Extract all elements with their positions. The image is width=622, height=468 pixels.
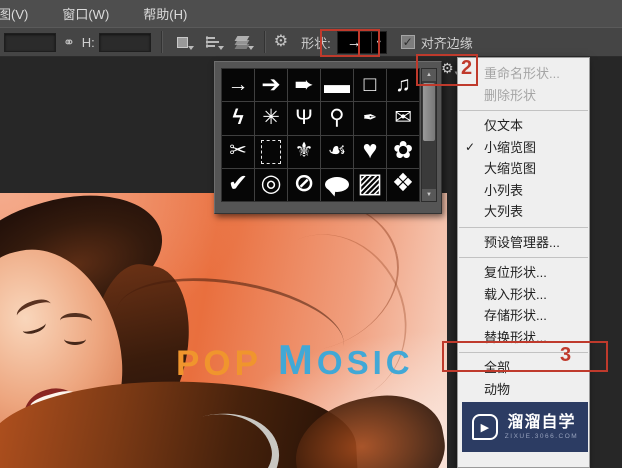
path-arrangement-button[interactable] <box>231 32 255 52</box>
menu-item-small-list[interactable]: 小列表 <box>458 180 589 202</box>
shape-grass[interactable]: Ψ <box>288 102 320 135</box>
shape-check-mark[interactable]: ✔ <box>222 168 254 201</box>
align-edges-checkbox[interactable]: ✓ <box>400 35 415 49</box>
height-label: H: <box>81 34 95 50</box>
toolbar-divider <box>263 31 265 53</box>
dashed-box-icon <box>261 139 281 164</box>
check-icon: ✓ <box>402 35 413 49</box>
menu-item-delete-shape: 删除形状 <box>484 87 537 103</box>
shape-fleur-de-lis[interactable]: ⚜ <box>288 135 320 168</box>
shape-banner[interactable]: ▬ <box>321 69 353 102</box>
menu-separator <box>459 257 588 258</box>
play-icon: ▶ <box>471 414 498 440</box>
width-input[interactable] <box>4 32 56 52</box>
annotation-step-3: 3 <box>560 344 572 366</box>
menu-help[interactable]: 帮助(H) <box>139 2 191 25</box>
panel-scrollbar[interactable]: ▲ ▼ <box>421 68 437 202</box>
shape-floral-ornament[interactable]: ☙ <box>321 135 353 168</box>
annotation-box-all <box>442 341 608 372</box>
document-canvas[interactable]: POP MOSIC <box>0 193 447 468</box>
annotation-box-shape-dropdown <box>320 29 380 57</box>
gear-icon[interactable]: ⚙ <box>274 34 288 50</box>
eye-graphic <box>64 333 86 345</box>
menu-item-large-thumbnail[interactable]: 大缩览图 <box>458 158 589 180</box>
canvas-title-text: POP MOSIC <box>176 339 414 381</box>
menu-item-reset-shapes[interactable]: 复位形状... <box>458 262 589 284</box>
link-dimensions-icon[interactable]: ⚭ <box>63 35 75 49</box>
shape-grid: → ➔ ➨ ▬ □ ♫ ϟ ✳ Ψ ⚲ ✒ ✉ ✂ ⚜ ☙ ♥ ✿ ✔ ◎ ⊘ … <box>221 68 420 202</box>
shape-splat-flower[interactable]: ✿ <box>387 135 419 168</box>
mosic-text: MOSIC <box>277 336 414 383</box>
path-operations-icon <box>177 36 189 48</box>
align-edges-label: 对齐边缘 <box>420 35 473 51</box>
shape-arrow-wide[interactable]: ➨ <box>288 69 320 102</box>
photoshop-window: 图(V) 窗口(W) 帮助(H) ⚭ H: ⚙ 形状: → ▾ ✓ 对齐边缘 P… <box>0 0 622 468</box>
options-toolbar: ⚭ H: ⚙ 形状: → ▾ ✓ 对齐边缘 <box>0 27 622 57</box>
menu-item-small-thumbnail[interactable]: ✓ 小缩览图 <box>458 137 589 159</box>
shape-no-symbol[interactable]: ⊘ <box>288 168 320 201</box>
shape-music-notes[interactable]: ♫ <box>387 69 419 102</box>
shape-starburst[interactable]: ✳ <box>255 102 287 135</box>
menu-separator <box>459 110 588 111</box>
path-operations-button[interactable] <box>171 32 195 52</box>
arrange-icon <box>234 36 250 49</box>
watermark: ▶ 溜溜自学 ZIXUE.3066.COM <box>462 402 588 452</box>
menu-item-large-list[interactable]: 大列表 <box>458 201 589 223</box>
shape-light-bulb[interactable]: ⚲ <box>321 102 353 135</box>
check-icon: ✓ <box>465 139 476 154</box>
scroll-down-icon[interactable]: ▼ <box>422 189 436 201</box>
menu-item-animals[interactable]: 动物 <box>458 379 589 401</box>
shape-arrow-thin[interactable]: → <box>222 69 254 102</box>
shape-square-frame[interactable]: □ <box>354 69 386 102</box>
menu-item-save-shapes[interactable]: 存储形状... <box>458 305 589 327</box>
pop-text: POP <box>176 344 262 383</box>
path-alignment-button[interactable] <box>201 32 225 52</box>
toolbar-divider <box>160 31 162 53</box>
shape-crosshair-target[interactable]: ◎ <box>255 168 287 201</box>
shape-heart[interactable]: ♥ <box>354 135 386 168</box>
shape-speech-bubble[interactable] <box>321 168 353 201</box>
hair-curls-graphic <box>287 385 447 468</box>
shape-diamond-checker[interactable]: ❖ <box>387 168 419 201</box>
shape-diagonal-hatch[interactable]: ▨ <box>354 168 386 201</box>
shape-envelope[interactable]: ✉ <box>387 102 419 135</box>
menu-item-preset-manager[interactable]: 预设管理器... <box>458 232 589 254</box>
shape-dashed-box[interactable] <box>255 135 287 168</box>
shape-scissors[interactable]: ✂ <box>222 135 254 168</box>
menu-bar: 图(V) 窗口(W) 帮助(H) <box>0 0 622 27</box>
shape-arrow-heavy[interactable]: ➔ <box>255 69 287 102</box>
align-icon <box>206 36 220 48</box>
shape-push-pin[interactable]: ✒ <box>354 102 386 135</box>
watermark-title: 溜溜自学 <box>507 414 576 432</box>
menu-item-text-only[interactable]: 仅文本 <box>458 115 589 137</box>
menu-window[interactable]: 窗口(W) <box>58 2 113 25</box>
shape-picker-panel: → ➔ ➨ ▬ □ ♫ ϟ ✳ Ψ ⚲ ✒ ✉ ✂ ⚜ ☙ ♥ ✿ ✔ ◎ ⊘ … <box>214 61 442 214</box>
menu-separator <box>459 226 588 228</box>
scrollbar-thumb[interactable] <box>423 83 435 141</box>
height-input[interactable] <box>98 32 151 52</box>
menu-view[interactable]: 图(V) <box>0 2 32 25</box>
watermark-url: ZIXUE.3066.COM <box>504 432 579 440</box>
speech-bubble-icon <box>325 177 349 193</box>
shape-lightning[interactable]: ϟ <box>222 102 254 135</box>
annotation-step-2: 2 <box>461 57 473 79</box>
menu-item-load-shapes[interactable]: 载入形状... <box>458 284 589 306</box>
